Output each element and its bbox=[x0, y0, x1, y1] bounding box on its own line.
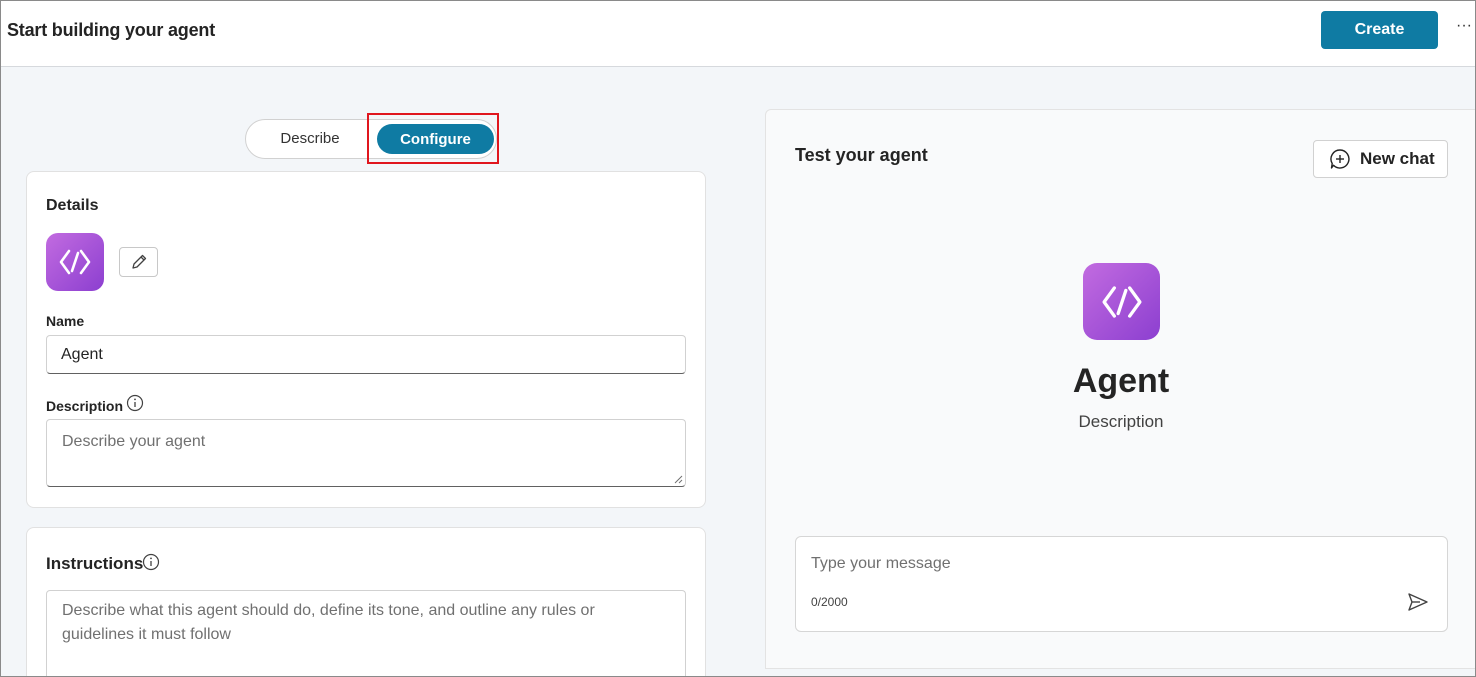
preview-agent-description: Description bbox=[1078, 412, 1164, 431]
preview-agent-icon bbox=[1083, 263, 1160, 340]
edit-icon-button[interactable] bbox=[119, 247, 158, 277]
test-panel-title: Test your agent bbox=[795, 145, 928, 165]
instructions-placeholder: Describe what this agent should do, defi… bbox=[62, 602, 595, 643]
description-info-icon[interactable] bbox=[126, 394, 144, 412]
description-placeholder: Describe your agent bbox=[62, 433, 206, 450]
resize-handle-icon[interactable] bbox=[673, 474, 683, 484]
tab-describe[interactable]: Describe bbox=[246, 120, 374, 158]
description-textarea[interactable]: Describe your agent bbox=[46, 419, 686, 487]
header-bar: Start building your agent Create ··· bbox=[1, 1, 1475, 67]
pencil-icon bbox=[131, 254, 146, 269]
name-label: Name bbox=[46, 313, 85, 329]
highlight-annotation bbox=[367, 113, 499, 164]
new-chat-button[interactable]: New chat bbox=[1313, 140, 1448, 178]
description-label: Description bbox=[46, 398, 124, 414]
code-hexagon-icon bbox=[1101, 285, 1142, 318]
more-options-button[interactable]: ··· bbox=[1453, 18, 1475, 41]
preview-agent-name: Agent bbox=[1072, 362, 1170, 400]
new-chat-label: New chat bbox=[1360, 149, 1435, 168]
test-agent-panel: Test your agent New chat Agent Descripti… bbox=[765, 109, 1475, 669]
details-heading: Details bbox=[46, 197, 99, 214]
character-count: 0/2000 bbox=[811, 595, 848, 609]
send-icon[interactable] bbox=[1406, 590, 1430, 614]
instructions-info-icon[interactable] bbox=[142, 553, 160, 571]
message-placeholder: Type your message bbox=[811, 555, 951, 572]
app-frame: Start building your agent Create ··· Des… bbox=[0, 0, 1476, 677]
instructions-card: Instructions Describe what this agent sh… bbox=[26, 527, 706, 676]
new-chat-icon bbox=[1330, 149, 1350, 169]
name-input[interactable]: Agent bbox=[46, 335, 686, 374]
create-button[interactable]: Create bbox=[1321, 11, 1438, 49]
instructions-heading: Instructions bbox=[46, 554, 144, 573]
agent-code-icon[interactable] bbox=[46, 233, 104, 291]
details-card: Details Name Agent Description Describe … bbox=[26, 171, 706, 508]
instructions-textarea[interactable]: Describe what this agent should do, defi… bbox=[46, 590, 686, 676]
page-title: Start building your agent bbox=[7, 20, 216, 40]
chat-input-box[interactable]: Type your message 0/2000 bbox=[795, 536, 1448, 632]
code-hexagon-icon bbox=[59, 249, 91, 275]
